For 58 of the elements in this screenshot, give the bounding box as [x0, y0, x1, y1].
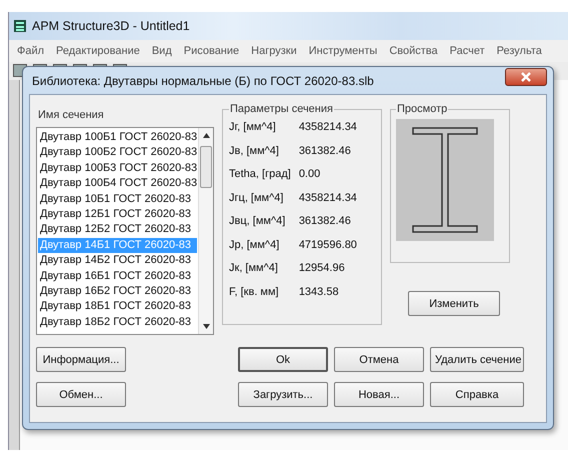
- list-item[interactable]: Двутавр 100Б1 ГОСТ 26020-83: [38, 130, 198, 146]
- list-item[interactable]: Двутавр 12Б1 ГОСТ 26020-83: [38, 206, 198, 222]
- dialog-button[interactable]: Новая...: [334, 382, 424, 407]
- dialog-button[interactable]: Справка: [430, 382, 524, 407]
- list-item[interactable]: Двутавр 100Б2 ГОСТ 26020-83: [38, 145, 198, 161]
- menu-item[interactable]: Инструменты: [302, 45, 384, 57]
- menu-item[interactable]: Свойства: [383, 45, 444, 57]
- scrollbar[interactable]: [198, 128, 213, 334]
- dialog-button[interactable]: Удалить сечение: [430, 347, 524, 372]
- dialog-button[interactable]: Отмена: [334, 347, 424, 372]
- list-item[interactable]: Двутавр 18Б2 ГОСТ 26020-83: [38, 314, 198, 330]
- window-title: APM Structure3D - Untitled1: [32, 19, 190, 33]
- menu-item[interactable]: Результа: [490, 45, 548, 57]
- list-item[interactable]: Двутавр 100Б3 ГОСТ 26020-83: [38, 160, 198, 176]
- list-item[interactable]: Двутавр 14Б2 ГОСТ 26020-83: [38, 253, 198, 269]
- parameter-value: 361382.46: [298, 144, 352, 156]
- list-item[interactable]: Двутавр 10Б1 ГОСТ 26020-83: [38, 192, 198, 207]
- menu-item[interactable]: Файл: [11, 45, 50, 57]
- parameter-name: Jк, [мм^4]: [229, 262, 279, 274]
- scroll-thumb[interactable]: [200, 146, 212, 188]
- parameter-value: 1343.58: [298, 286, 340, 298]
- parameter-name: Jгц, [мм^4]: [229, 192, 284, 204]
- parameter-name: Jв, [мм^4]: [229, 144, 280, 156]
- group-title: Просмотр: [396, 103, 448, 115]
- parameter-name: Jвц, [мм^4]: [229, 215, 286, 227]
- parameter-value: 4358214.34: [298, 192, 358, 204]
- scroll-up-icon[interactable]: [202, 133, 210, 138]
- list-item[interactable]: Двутавр 16Б2 ГОСТ 26020-83: [38, 284, 198, 300]
- dialog-button[interactable]: Ok: [238, 347, 328, 372]
- list-item[interactable]: Двутавр 18Б1 ГОСТ 26020-83: [38, 299, 198, 315]
- group-title: Параметры сечения: [229, 103, 334, 115]
- parameter-name: Jp, [мм^4]: [229, 238, 280, 250]
- close-button[interactable]: [505, 68, 547, 86]
- dialog-button[interactable]: Загрузить...: [238, 382, 328, 407]
- menu-item[interactable]: Расчет: [444, 45, 491, 57]
- menu-item[interactable]: Вид: [146, 45, 178, 57]
- list-item[interactable]: Двутавр 12Б2 ГОСТ 26020-83: [38, 222, 198, 238]
- scroll-down-icon[interactable]: [202, 324, 210, 329]
- parameter-name: F, [кв. мм]: [229, 286, 280, 298]
- dialog-title: Библиотека: Двутавры нормальные (Б) по ГОСТ 26020-83.slb: [32, 74, 374, 88]
- parameter-value: 12954.96: [298, 262, 346, 274]
- close-icon[interactable]: [521, 72, 531, 82]
- edit-button[interactable]: Изменить: [408, 291, 500, 316]
- parameter-name: Tetha, [град]: [229, 168, 291, 180]
- parameter-name: Jг, [мм^4]: [229, 121, 277, 133]
- list-item[interactable]: Двутавр 16Б1 ГОСТ 26020-83: [38, 268, 198, 284]
- parameter-value: 4719596.80: [298, 238, 358, 250]
- dialog-button[interactable]: Обмен...: [36, 382, 126, 407]
- menu-item[interactable]: Нагрузки: [245, 45, 303, 57]
- menu-item[interactable]: Редактирование: [50, 45, 146, 57]
- app-icon: [13, 19, 27, 33]
- list-item[interactable]: Двутавр 100Б4 ГОСТ 26020-83: [38, 176, 198, 192]
- parameter-value: 4358214.34: [298, 121, 358, 133]
- list-label: Имя сечения: [37, 109, 105, 121]
- menu-item[interactable]: Рисование: [178, 45, 246, 57]
- dialog-button[interactable]: Информация...: [36, 347, 126, 372]
- parameter-value: 0.00: [298, 168, 322, 180]
- parameter-value: 361382.46: [298, 215, 352, 227]
